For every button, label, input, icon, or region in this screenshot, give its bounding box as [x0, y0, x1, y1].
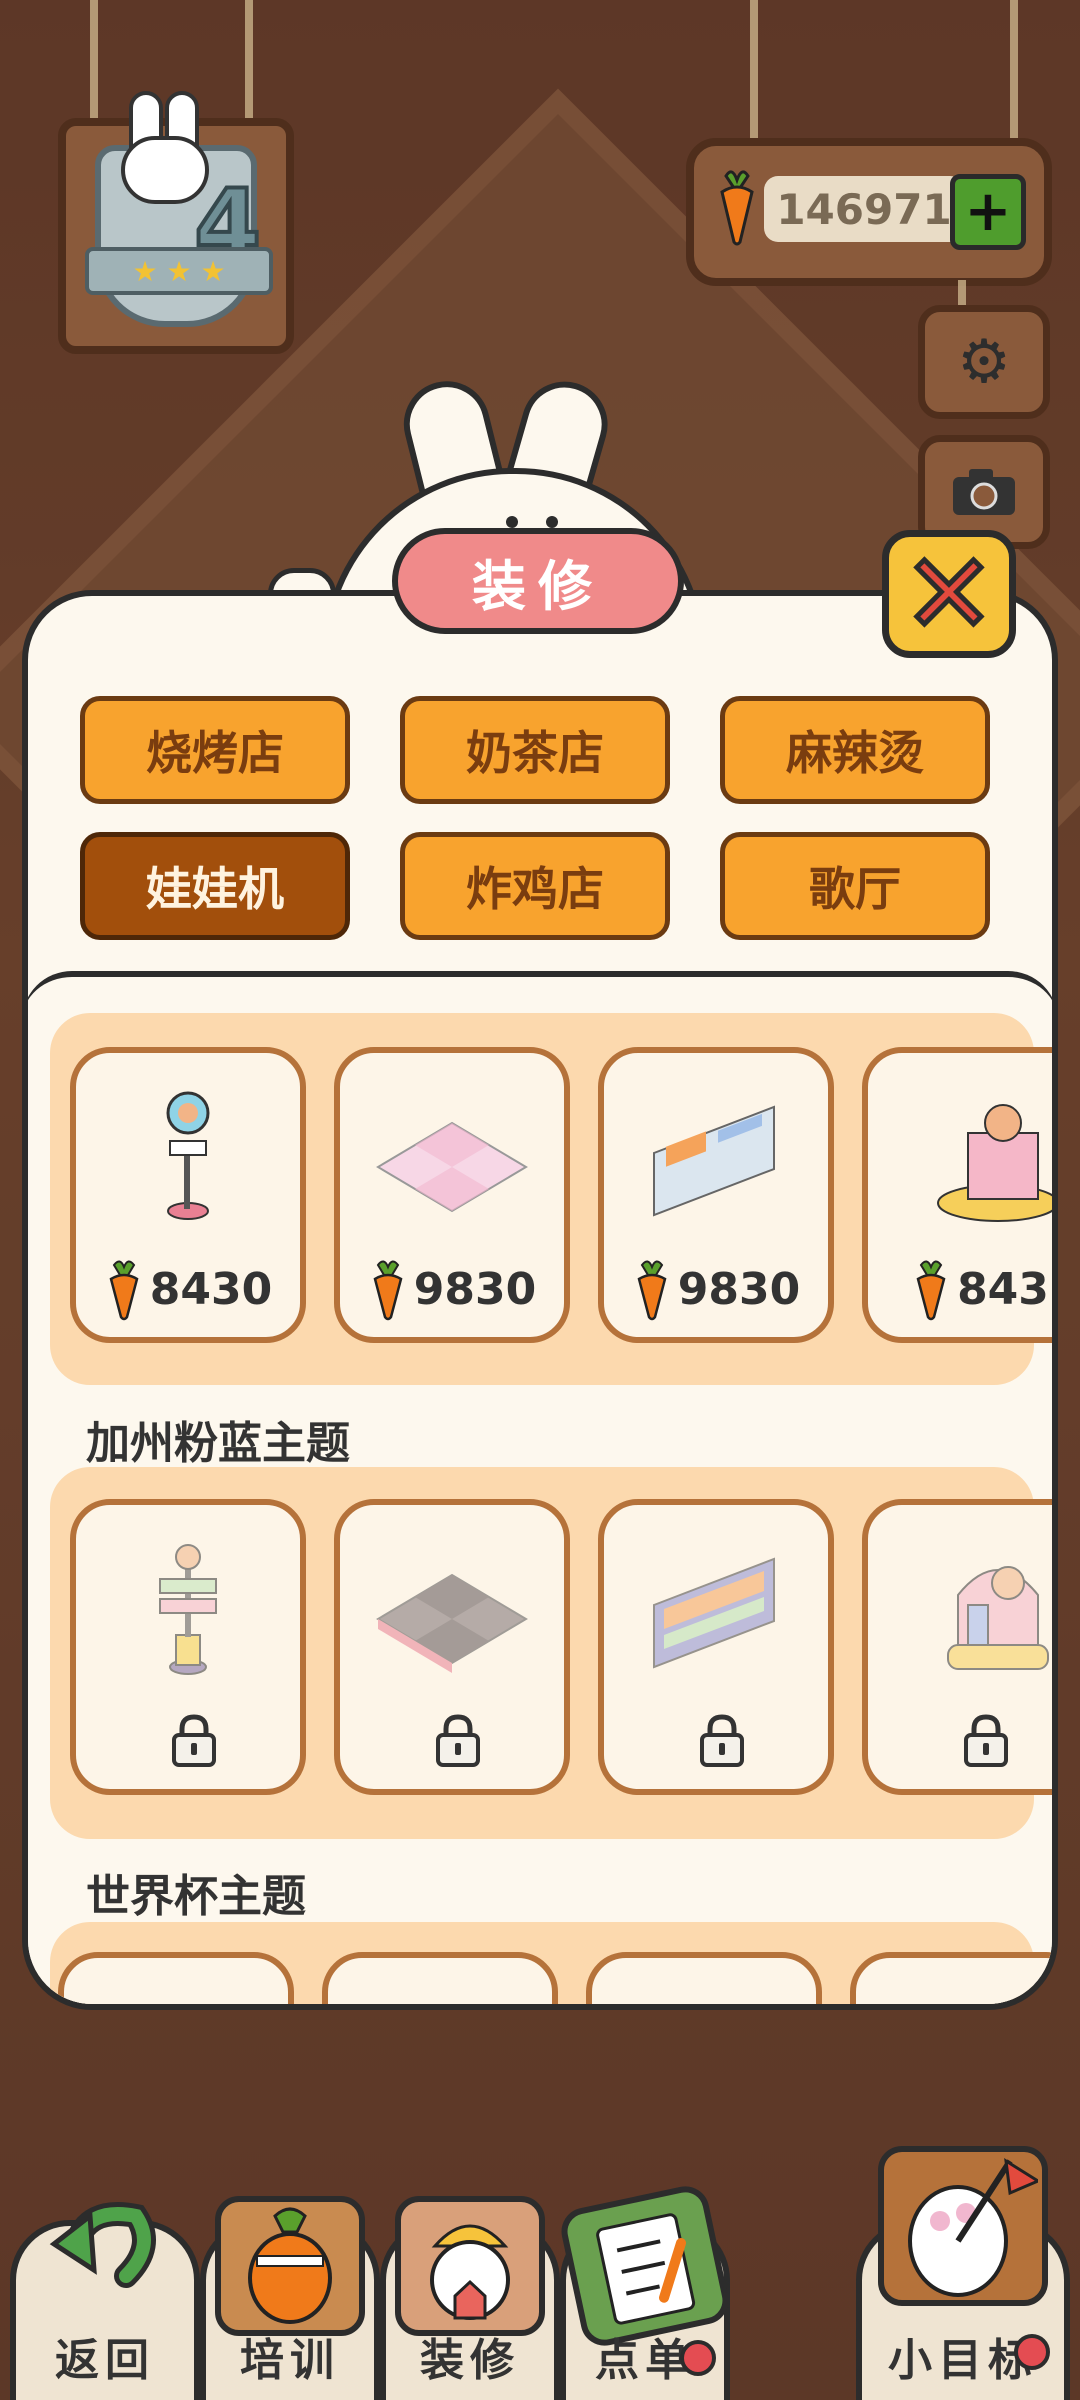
settings-button[interactable]: ⚙: [918, 305, 1050, 419]
item-card[interactable]: [58, 1952, 294, 2004]
carrot-trainer-icon: [215, 2196, 365, 2336]
rope: [750, 0, 758, 140]
lock-icon: [700, 1714, 744, 1767]
item-card[interactable]: [598, 1499, 834, 1795]
nav-training[interactable]: 培训: [200, 2196, 380, 2400]
item-card[interactable]: 8430: [70, 1047, 306, 1343]
modal-title: 装修: [392, 528, 684, 634]
item-price: 843: [957, 1263, 1049, 1315]
close-button[interactable]: ✕: [882, 530, 1016, 658]
level-badge[interactable]: 4 ★ ★ ★: [58, 91, 294, 354]
carrot-icon: [637, 1260, 667, 1321]
rope: [1010, 0, 1018, 140]
item-card[interactable]: [850, 1952, 1052, 2004]
star-rating-icon: ★ ★ ★: [85, 247, 273, 295]
item-price: 9830: [677, 1263, 801, 1315]
nav-back[interactable]: 返回: [10, 2202, 200, 2400]
currency-amount: 146971: [764, 176, 964, 242]
bunny-eye: [506, 516, 518, 528]
category-milk-tea[interactable]: 奶茶店: [400, 696, 670, 804]
nav-decorate[interactable]: 装修: [380, 2196, 560, 2400]
section-title: 加州粉蓝主题: [86, 1418, 350, 1469]
add-currency-button[interactable]: +: [950, 174, 1026, 250]
item-price: 8430: [149, 1263, 273, 1315]
carrot-icon: [720, 170, 754, 246]
carrot-icon: [109, 1260, 139, 1321]
back-arrow-icon: [49, 2202, 156, 2288]
close-icon: ✕: [900, 530, 997, 658]
bottom-nav: 返回 培训 装修 点单 小目标: [0, 2146, 1080, 2400]
item-card[interactable]: 9830: [334, 1047, 570, 1343]
item-card[interactable]: [586, 1952, 822, 2004]
lock-icon: [436, 1714, 480, 1767]
category-grid: 烧烤店 奶茶店 麻辣烫 娃娃机 炸鸡店 歌厅: [80, 696, 1010, 940]
section-title: 世界杯主题: [86, 1871, 306, 1922]
sign-stand-icon: [166, 1091, 210, 1220]
cake-stage-icon: [937, 1104, 1052, 1222]
category-fried-chicken[interactable]: 炸鸡店: [400, 832, 670, 940]
item-price: 9830: [413, 1263, 537, 1315]
notification-dot: [1014, 2334, 1050, 2370]
wall-panel-icon: [653, 1105, 775, 1217]
item-list-panel[interactable]: 8430 9830 9830 843 加州粉蓝主题 世界杯主题: [28, 971, 1052, 2004]
builder-bunny-icon: [395, 2196, 545, 2336]
nav-label: 返回: [55, 2335, 155, 2386]
decoration-modal: 烧烤店 奶茶店 麻辣烫 娃娃机 炸鸡店 歌厅 8430 9830 9830 84…: [22, 590, 1058, 2010]
gear-icon: ⚙: [957, 327, 1011, 397]
rope: [90, 0, 98, 130]
item-card[interactable]: 843: [862, 1047, 1052, 1343]
item-card[interactable]: [862, 1499, 1052, 1795]
category-karaoke[interactable]: 歌厅: [720, 832, 990, 940]
checker-floor-icon: [376, 1121, 528, 1213]
nav-order[interactable]: 点单: [557, 2181, 733, 2400]
category-claw-machine[interactable]: 娃娃机: [80, 832, 350, 940]
arch-stage-icon: [947, 1566, 1049, 1670]
carrot-currency-panel: 146971 +: [686, 138, 1052, 286]
dark-floor-icon: [376, 1573, 528, 1673]
lock-icon: [172, 1714, 216, 1767]
item-card[interactable]: [322, 1952, 558, 2004]
nav-label: 装修: [420, 2335, 520, 2386]
direction-sign-icon: [159, 1544, 217, 1675]
item-card[interactable]: [334, 1499, 570, 1795]
wall-screen-icon: [653, 1557, 775, 1669]
shield-icon: 4 ★ ★ ★: [85, 91, 273, 327]
item-card[interactable]: [70, 1499, 306, 1795]
nav-label: 培训: [240, 2335, 340, 2386]
nav-goal[interactable]: 小目标: [856, 2146, 1070, 2400]
item-card[interactable]: 9830: [598, 1047, 834, 1343]
goal-flag-icon: [878, 2146, 1048, 2306]
notification-dot: [680, 2340, 716, 2376]
bunny-eye: [546, 516, 558, 528]
bunny-mascot-icon: [121, 91, 209, 204]
category-malatang[interactable]: 麻辣烫: [720, 696, 990, 804]
category-bbq[interactable]: 烧烤店: [80, 696, 350, 804]
carrot-icon: [916, 1260, 946, 1321]
carrot-icon: [373, 1260, 403, 1321]
lock-icon: [964, 1714, 1008, 1767]
rope: [245, 0, 253, 130]
camera-icon: [953, 469, 1015, 515]
